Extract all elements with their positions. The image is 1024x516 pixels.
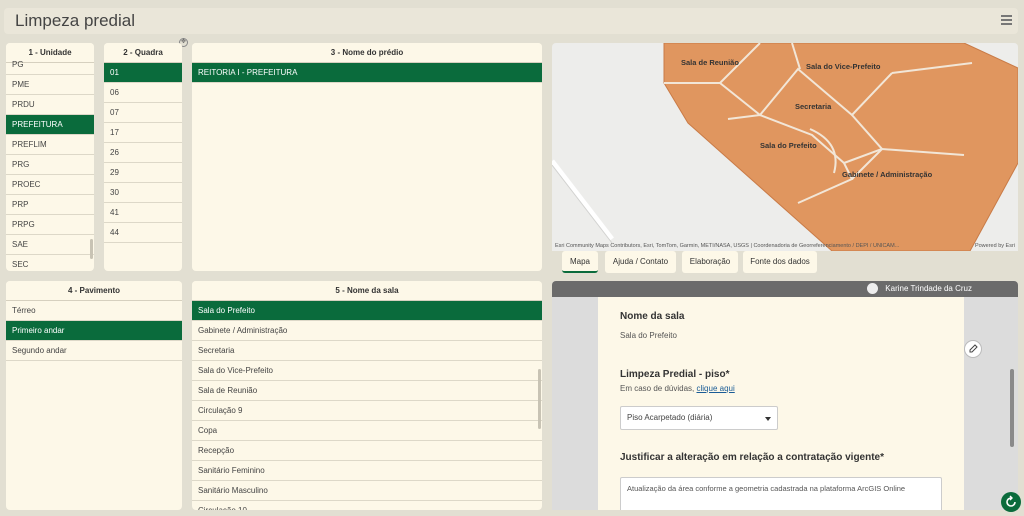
pavimento-panel: 4 - Pavimento Térreo Primeiro andar Segu… <box>6 281 182 510</box>
sala-panel: 5 - Nome da sala Sala do Prefeito Gabine… <box>192 281 542 510</box>
unidade-item[interactable]: PRPG <box>6 215 94 235</box>
form-scrollbar[interactable] <box>1010 369 1014 447</box>
map-label-gabinete: Gabinete / Administração <box>842 170 933 179</box>
sala-header: 5 - Nome da sala <box>192 281 542 301</box>
quadra-panel: 2 - Quadra 01 06 07 17 26 29 30 41 44 <box>104 43 182 271</box>
predio-item-selected[interactable]: REITORIA I - PREFEITURA <box>192 63 542 83</box>
form-topbar: Karine Trindade da Cruz <box>552 281 1018 297</box>
justify-label: Justificar a alteração em relação a cont… <box>620 452 885 463</box>
survey-form: Karine Trindade da Cruz Nome da sala Sal… <box>552 281 1018 510</box>
quadra-header: 2 - Quadra <box>104 43 182 63</box>
floor-hint-text: Em caso de dúvidas, <box>620 384 695 393</box>
quadra-item[interactable]: 17 <box>104 123 182 143</box>
unidade-scrollbar[interactable] <box>90 239 93 259</box>
map-label-vice: Sala do Vice-Prefeito <box>806 62 881 71</box>
sala-item-selected[interactable]: Sala do Prefeito <box>192 301 542 321</box>
room-label: Nome da sala <box>620 311 685 322</box>
sala-list: Sala do Prefeito Gabinete / Administraçã… <box>192 301 542 510</box>
quadra-item[interactable]: 29 <box>104 163 182 183</box>
app-header: Limpeza predial <box>4 8 1018 34</box>
avatar[interactable] <box>867 283 878 294</box>
unidade-item[interactable]: PRDU <box>6 95 94 115</box>
sala-item[interactable]: Gabinete / Administração <box>192 321 542 341</box>
sala-item[interactable]: Circulação 10 <box>192 501 542 510</box>
tab-fonte[interactable]: Fonte dos dados <box>743 251 817 273</box>
justify-textarea[interactable]: Atualização da área conforme a geometria… <box>620 477 942 510</box>
floor-label: Limpeza Predial - piso* <box>620 369 730 380</box>
quadra-item[interactable]: 26 <box>104 143 182 163</box>
pavimento-item[interactable]: Segundo andar <box>6 341 182 361</box>
refresh-icon[interactable] <box>1001 492 1021 512</box>
pavimento-header: 4 - Pavimento <box>6 281 182 301</box>
chevron-down-icon <box>765 417 771 421</box>
pavimento-list: Térreo Primeiro andar Segundo andar <box>6 301 182 361</box>
floor-hint-link[interactable]: clique aqui <box>697 384 735 393</box>
floor-select-value: Piso Acarpetado (diária) <box>627 413 713 422</box>
quadra-list: 01 06 07 17 26 29 30 41 44 <box>104 63 182 243</box>
predio-panel: 3 - Nome do prédio REITORIA I - PREFEITU… <box>192 43 542 271</box>
pavimento-item[interactable]: Térreo <box>6 301 182 321</box>
tab-elaboracao[interactable]: Elaboração <box>682 251 738 273</box>
form-card: Nome da sala Sala do Prefeito Limpeza Pr… <box>598 297 964 510</box>
map-label-secretaria: Secretaria <box>795 102 832 111</box>
room-value: Sala do Prefeito <box>620 331 677 340</box>
unidade-item[interactable]: PRG <box>6 155 94 175</box>
sala-item[interactable]: Secretaria <box>192 341 542 361</box>
powered-by[interactable]: Powered by Esri <box>975 243 1015 249</box>
quadra-item[interactable]: 30 <box>104 183 182 203</box>
floor-select[interactable]: Piso Acarpetado (diária) <box>620 406 778 430</box>
unidade-list: PG PME PRDU PREFEITURA PREFLIM PRG PROEC… <box>6 55 94 271</box>
unidade-item[interactable]: PRP <box>6 195 94 215</box>
app-title: Limpeza predial <box>15 11 136 30</box>
quadra-item[interactable]: 41 <box>104 203 182 223</box>
unidade-item[interactable]: PG <box>6 55 94 75</box>
predio-header: 3 - Nome do prédio <box>192 43 542 63</box>
quadra-item[interactable]: 06 <box>104 83 182 103</box>
sala-scrollbar[interactable] <box>538 369 541 429</box>
pavimento-item-selected[interactable]: Primeiro andar <box>6 321 182 341</box>
sala-item[interactable]: Recepção <box>192 441 542 461</box>
unidade-item[interactable]: PME <box>6 75 94 95</box>
unidade-item[interactable]: SEC <box>6 255 94 271</box>
road-line <box>552 159 614 241</box>
sala-item[interactable]: Sanitário Masculino <box>192 481 542 501</box>
pencil-icon[interactable] <box>964 340 982 358</box>
quadra-item[interactable]: 44 <box>104 223 182 243</box>
floor-hint: Em caso de dúvidas, clique aqui <box>620 384 735 393</box>
map-view[interactable]: Sala de Reunião Sala do Vice-Prefeito Se… <box>552 43 1018 251</box>
user-name[interactable]: Karine Trindade da Cruz <box>885 283 972 295</box>
map-label-prefeito: Sala do Prefeito <box>760 141 817 150</box>
predio-list: REITORIA I - PREFEITURA <box>192 63 542 83</box>
building-outline[interactable] <box>663 43 1018 251</box>
unidade-item-selected[interactable]: PREFEITURA <box>6 115 94 135</box>
unidade-item[interactable]: PREFLIM <box>6 135 94 155</box>
sala-item[interactable]: Sala do Vice-Prefeito <box>192 361 542 381</box>
sala-item[interactable]: Sanitário Feminino <box>192 461 542 481</box>
map-label-reuniao: Sala de Reunião <box>681 58 739 67</box>
menu-icon[interactable] <box>1001 15 1012 25</box>
map-attribution[interactable]: Esri Community Maps Contributors, Esri, … <box>555 243 899 249</box>
sala-item[interactable]: Sala de Reunião <box>192 381 542 401</box>
unidade-item[interactable]: SAE <box>6 235 94 255</box>
floor-plan-map[interactable]: Sala de Reunião Sala do Vice-Prefeito Se… <box>552 43 1018 251</box>
sala-item[interactable]: Copa <box>192 421 542 441</box>
tab-ajuda[interactable]: Ajuda / Contato <box>605 251 676 273</box>
quadra-item[interactable]: 07 <box>104 103 182 123</box>
quadra-item-selected[interactable]: 01 <box>104 63 182 83</box>
unidade-panel: 1 - Unidade PG PME PRDU PREFEITURA PREFL… <box>6 43 94 271</box>
sala-item[interactable]: Circulação 9 <box>192 401 542 421</box>
unidade-item[interactable]: PROEC <box>6 175 94 195</box>
road-edge <box>552 164 613 244</box>
tab-mapa[interactable]: Mapa <box>562 251 598 273</box>
